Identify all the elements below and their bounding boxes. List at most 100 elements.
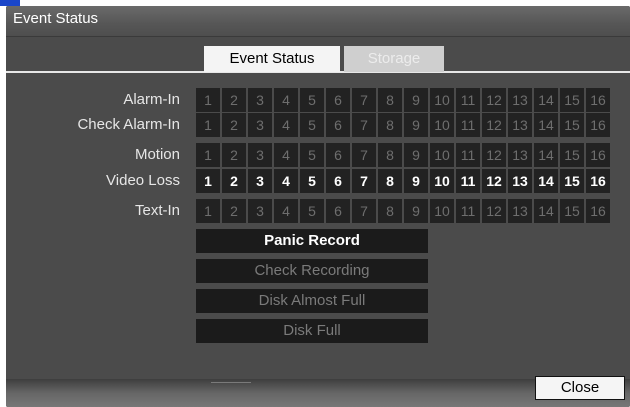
text-in-label: Text-In — [134, 202, 180, 219]
text-in-channel-7: 7 — [352, 199, 376, 223]
alarm-in-channel-15: 15 — [560, 88, 584, 112]
alarm-in-channel-7: 7 — [352, 88, 376, 112]
check-alarm-in-channels: 1 2 3 4 5 6 7 8 9 10 11 12 13 14 15 16 — [196, 113, 612, 137]
alarm-in-channel-16: 16 — [586, 88, 610, 112]
motion-channel-11: 11 — [456, 143, 480, 167]
video-loss-channel-3: 3 — [248, 169, 272, 193]
video-loss-channel-9: 9 — [404, 169, 428, 193]
bottom-divider — [211, 382, 251, 383]
video-loss-channel-6: 6 — [326, 169, 350, 193]
video-loss-channel-5: 5 — [300, 169, 324, 193]
text-in-channel-5: 5 — [300, 199, 324, 223]
motion-channel-12: 12 — [482, 143, 506, 167]
video-loss-channel-13: 13 — [508, 169, 532, 193]
check-alarm-in-label: Check Alarm-In — [77, 116, 180, 133]
text-in-channel-3: 3 — [248, 199, 272, 223]
alarm-in-channel-2: 2 — [222, 88, 246, 112]
window-title: Event Status — [13, 10, 99, 27]
text-in-channel-10: 10 — [430, 199, 454, 223]
check-alarm-in-channel-6: 6 — [326, 113, 350, 137]
text-in-channel-15: 15 — [560, 199, 584, 223]
motion-channel-15: 15 — [560, 143, 584, 167]
motion-channel-4: 4 — [274, 143, 298, 167]
alarm-in-channel-12: 12 — [482, 88, 506, 112]
check-alarm-in-channel-15: 15 — [560, 113, 584, 137]
check-alarm-in-channel-2: 2 — [222, 113, 246, 137]
text-in-channel-8: 8 — [378, 199, 402, 223]
video-loss-channel-15: 15 — [560, 169, 584, 193]
check-alarm-in-channel-10: 10 — [430, 113, 454, 137]
alarm-in-channel-3: 3 — [248, 88, 272, 112]
motion-channel-1: 1 — [196, 143, 220, 167]
text-in-channel-6: 6 — [326, 199, 350, 223]
text-in-channel-4: 4 — [274, 199, 298, 223]
motion-channel-13: 13 — [508, 143, 532, 167]
text-in-channel-1: 1 — [196, 199, 220, 223]
check-alarm-in-channel-8: 8 — [378, 113, 402, 137]
check-alarm-in-channel-12: 12 — [482, 113, 506, 137]
video-loss-channel-7: 7 — [352, 169, 376, 193]
text-in-channel-12: 12 — [482, 199, 506, 223]
video-loss-channel-4: 4 — [274, 169, 298, 193]
motion-channel-16: 16 — [586, 143, 610, 167]
motion-channel-2: 2 — [222, 143, 246, 167]
check-alarm-in-channel-3: 3 — [248, 113, 272, 137]
motion-channels: 1 2 3 4 5 6 7 8 9 10 11 12 13 14 15 16 — [196, 143, 612, 167]
check-recording-status[interactable]: Check Recording — [196, 259, 428, 283]
video-loss-channel-16: 16 — [586, 169, 610, 193]
text-in-channels: 1 2 3 4 5 6 7 8 9 10 11 12 13 14 15 16 — [196, 199, 612, 223]
text-in-channel-9: 9 — [404, 199, 428, 223]
title-bar: Event Status — [6, 6, 630, 37]
video-loss-channel-11: 11 — [456, 169, 480, 193]
motion-channel-8: 8 — [378, 143, 402, 167]
motion-channel-6: 6 — [326, 143, 350, 167]
check-alarm-in-channel-1: 1 — [196, 113, 220, 137]
alarm-in-label: Alarm-In — [123, 91, 180, 108]
alarm-in-channel-8: 8 — [378, 88, 402, 112]
check-alarm-in-channel-16: 16 — [586, 113, 610, 137]
text-in-channel-14: 14 — [534, 199, 558, 223]
alarm-in-channel-11: 11 — [456, 88, 480, 112]
panic-record-status[interactable]: Panic Record — [196, 229, 428, 253]
alarm-in-channels: 1 2 3 4 5 6 7 8 9 10 11 12 13 14 15 16 — [196, 88, 612, 112]
alarm-in-channel-1: 1 — [196, 88, 220, 112]
check-alarm-in-channel-5: 5 — [300, 113, 324, 137]
motion-channel-3: 3 — [248, 143, 272, 167]
motion-channel-14: 14 — [534, 143, 558, 167]
disk-full-status[interactable]: Disk Full — [196, 319, 428, 343]
video-loss-channel-2: 2 — [222, 169, 246, 193]
check-alarm-in-channel-13: 13 — [508, 113, 532, 137]
video-loss-channel-14: 14 — [534, 169, 558, 193]
motion-channel-7: 7 — [352, 143, 376, 167]
check-alarm-in-channel-9: 9 — [404, 113, 428, 137]
tab-event-status[interactable]: Event Status — [204, 46, 340, 72]
event-status-window: Event Status Event Status Storage Alarm-… — [6, 6, 630, 407]
alarm-in-channel-6: 6 — [326, 88, 350, 112]
motion-channel-10: 10 — [430, 143, 454, 167]
alarm-in-channel-5: 5 — [300, 88, 324, 112]
video-loss-channel-8: 8 — [378, 169, 402, 193]
text-in-channel-11: 11 — [456, 199, 480, 223]
check-alarm-in-channel-11: 11 — [456, 113, 480, 137]
alarm-in-channel-4: 4 — [274, 88, 298, 112]
text-in-channel-13: 13 — [508, 199, 532, 223]
video-loss-channels: 1 2 3 4 5 6 7 8 9 10 11 12 13 14 15 16 — [196, 169, 612, 193]
disk-almost-full-status[interactable]: Disk Almost Full — [196, 289, 428, 313]
video-loss-label: Video Loss — [106, 172, 180, 189]
tab-bar: Event Status Storage — [6, 46, 630, 73]
video-loss-channel-12: 12 — [482, 169, 506, 193]
tab-storage[interactable]: Storage — [344, 46, 444, 72]
alarm-in-channel-9: 9 — [404, 88, 428, 112]
text-in-channel-16: 16 — [586, 199, 610, 223]
check-alarm-in-channel-4: 4 — [274, 113, 298, 137]
alarm-in-channel-10: 10 — [430, 88, 454, 112]
check-alarm-in-channel-7: 7 — [352, 113, 376, 137]
close-button[interactable]: Close — [535, 376, 625, 400]
video-loss-channel-10: 10 — [430, 169, 454, 193]
check-alarm-in-channel-14: 14 — [534, 113, 558, 137]
motion-label: Motion — [134, 146, 180, 163]
text-in-channel-2: 2 — [222, 199, 246, 223]
motion-channel-5: 5 — [300, 143, 324, 167]
alarm-in-channel-13: 13 — [508, 88, 532, 112]
video-loss-channel-1: 1 — [196, 169, 220, 193]
